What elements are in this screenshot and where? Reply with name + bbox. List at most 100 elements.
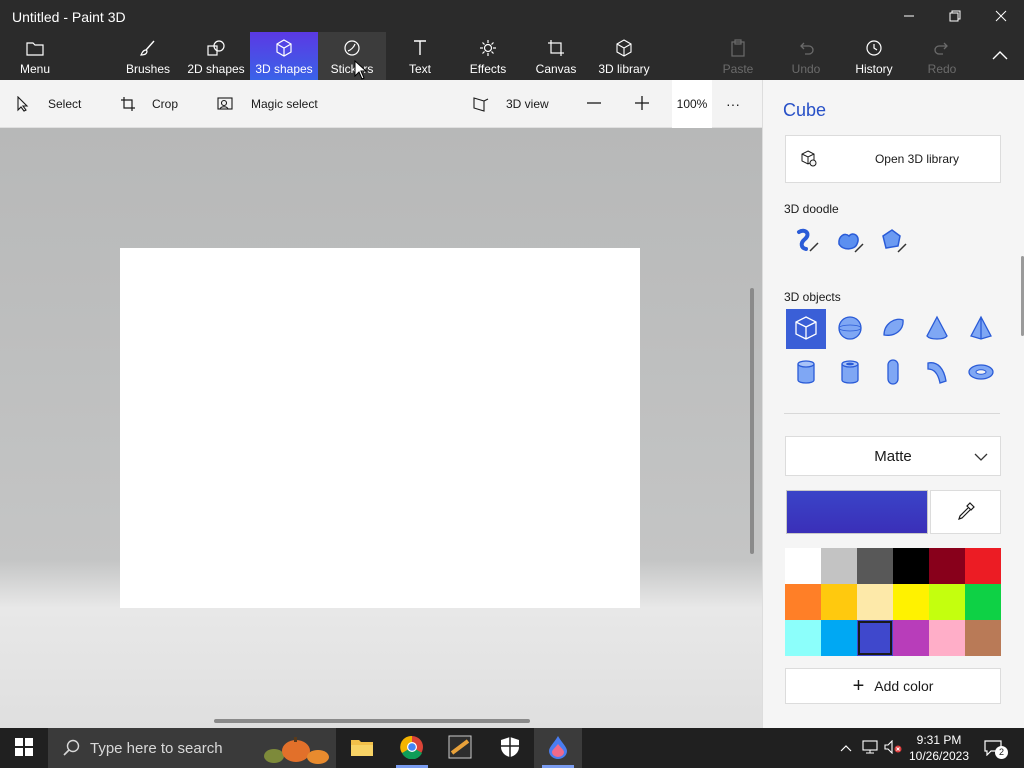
more-options-button[interactable]: ··· (726, 80, 740, 128)
color-swatch[interactable] (893, 620, 929, 656)
tab-stickers[interactable]: Stickers (318, 32, 386, 80)
tab-3d-library[interactable]: 3D library (592, 32, 656, 80)
file-explorer-taskbar-button[interactable] (338, 728, 386, 768)
security-taskbar-button[interactable] (486, 728, 534, 768)
material-dropdown[interactable]: Matte (785, 436, 1001, 476)
tab-effects[interactable]: Effects (460, 32, 516, 80)
3d-objects-heading: 3D objects (784, 290, 841, 304)
color-swatch[interactable] (821, 548, 857, 584)
magic-select-button[interactable]: Magic select (217, 80, 318, 128)
torus-object-button[interactable] (961, 353, 1001, 393)
notifications-button[interactable]: 2 (980, 728, 1010, 768)
show-hidden-icons-button[interactable] (836, 728, 856, 768)
cone-object-button[interactable] (917, 309, 957, 349)
plus-icon: + (852, 675, 865, 697)
tab-brushes[interactable]: Brushes (120, 32, 176, 80)
taskbar: Type here to search 9:31 PM 10/26/2023 2 (0, 728, 1024, 768)
material-value: Matte (874, 447, 912, 465)
3d-view-button[interactable]: 3D view (472, 80, 549, 128)
start-button[interactable] (0, 728, 48, 768)
drawing-canvas[interactable] (120, 248, 640, 608)
color-swatch[interactable] (893, 548, 929, 584)
undo-icon (797, 38, 815, 58)
zoom-level[interactable]: 100% (672, 80, 712, 128)
history-button[interactable]: History (848, 32, 900, 80)
redo-button[interactable]: Redo (916, 32, 968, 80)
clock[interactable]: 9:31 PM 10/26/2023 (904, 732, 974, 764)
volume-button[interactable] (882, 728, 904, 768)
eyedropper-button[interactable] (930, 490, 1001, 534)
tab-text[interactable]: Text (392, 32, 448, 80)
open-3d-library-label: Open 3D library (874, 152, 960, 166)
color-swatch[interactable] (785, 584, 821, 620)
effects-icon (479, 38, 497, 58)
tab-2d-shapes[interactable]: 2D shapes (182, 32, 250, 80)
taskbar-search[interactable]: Type here to search (48, 728, 336, 768)
color-swatch[interactable] (785, 548, 821, 584)
color-swatch[interactable] (965, 548, 1001, 584)
hemisphere-object-button[interactable] (873, 309, 913, 349)
color-swatch[interactable] (893, 584, 929, 620)
crop-button[interactable]: Crop (120, 80, 178, 128)
color-swatch[interactable] (929, 620, 965, 656)
paste-button[interactable]: Paste (712, 32, 764, 80)
color-swatch[interactable] (857, 620, 893, 656)
redo-icon (933, 38, 951, 58)
menu-button[interactable]: Menu (8, 32, 62, 80)
cone-icon (924, 315, 950, 344)
color-swatch[interactable] (821, 584, 857, 620)
color-swatch[interactable] (965, 584, 1001, 620)
cube-object-button[interactable] (786, 309, 826, 349)
close-button[interactable] (978, 0, 1024, 32)
restore-button[interactable] (932, 0, 978, 32)
tube-object-button[interactable] (830, 353, 870, 393)
workspace[interactable] (0, 128, 762, 728)
open-3d-library-button[interactable]: Open 3D library (785, 135, 1001, 183)
magic-select-label: Magic select (251, 97, 318, 111)
tab-3d-shapes[interactable]: 3D shapes (250, 32, 318, 80)
folder-icon (26, 38, 44, 58)
bent-tube-object-button[interactable] (917, 353, 957, 393)
color-swatch[interactable] (857, 584, 893, 620)
3d-doodle-heading: 3D doodle (784, 202, 839, 216)
color-swatch[interactable] (929, 548, 965, 584)
chrome-taskbar-button[interactable] (388, 728, 436, 768)
tab-effects-label: Effects (469, 62, 507, 76)
pyramid-object-button[interactable] (961, 309, 1001, 349)
side-panel: Cube Open 3D library 3D doodle 3D object… (762, 80, 1024, 728)
sharp-edge-doodle-button[interactable] (786, 222, 826, 262)
panel-divider (784, 413, 1000, 414)
tab-canvas[interactable]: Canvas (528, 32, 584, 80)
search-placeholder: Type here to search (90, 739, 223, 757)
color-swatch[interactable] (785, 620, 821, 656)
brush-icon (139, 38, 157, 58)
color-swatch[interactable] (929, 584, 965, 620)
2d-shapes-icon (206, 38, 226, 58)
sphere-object-button[interactable] (830, 309, 870, 349)
color-swatch[interactable] (965, 620, 1001, 656)
capsule-object-button[interactable] (873, 353, 913, 393)
add-color-button[interactable]: + Add color (785, 668, 1001, 704)
horizontal-scrollbar[interactable] (214, 719, 530, 723)
app-icon (448, 735, 472, 762)
zoom-in-button[interactable] (634, 80, 650, 128)
tab-canvas-label: Canvas (535, 62, 577, 76)
select-button[interactable]: Select (16, 80, 81, 128)
zoom-out-button[interactable] (586, 80, 602, 128)
soft-edge-doodle-button[interactable] (830, 222, 870, 262)
tube-doodle-button[interactable] (873, 222, 913, 262)
history-label: History (855, 62, 893, 76)
current-color[interactable] (786, 490, 928, 534)
hemisphere-icon (880, 315, 906, 344)
paint-3d-taskbar-button[interactable] (534, 728, 582, 768)
color-swatch[interactable] (821, 620, 857, 656)
cylinder-object-button[interactable] (786, 353, 826, 393)
panel-title: Cube (783, 100, 827, 120)
undo-button[interactable]: Undo (780, 32, 832, 80)
network-button[interactable] (860, 728, 880, 768)
collapse-ribbon-button[interactable] (980, 32, 1020, 80)
minimize-button[interactable] (886, 0, 932, 32)
app-taskbar-button[interactable] (436, 728, 484, 768)
color-swatch[interactable] (857, 548, 893, 584)
vertical-scrollbar[interactable] (750, 288, 754, 554)
